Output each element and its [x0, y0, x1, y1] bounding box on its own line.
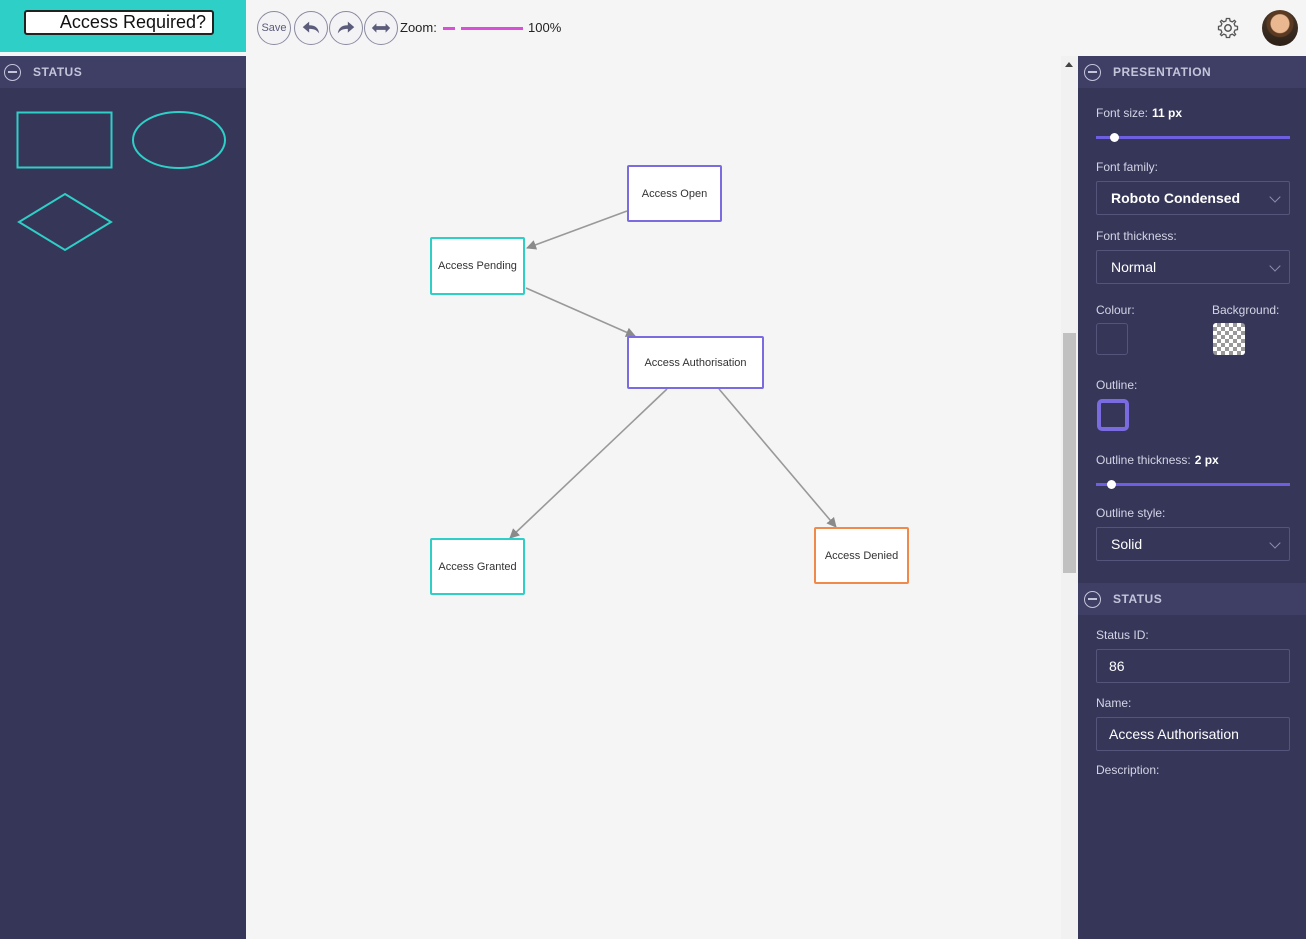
- zoom-value: 100%: [528, 20, 562, 35]
- presentation-section-title: PRESENTATION: [1113, 65, 1212, 79]
- node-access-denied[interactable]: Access Denied: [814, 527, 909, 584]
- node-access-granted[interactable]: Access Granted: [430, 538, 525, 595]
- title-block: Access Required?: [0, 0, 246, 52]
- redo-button[interactable]: [329, 11, 363, 45]
- font-size-value: 11 px: [1152, 106, 1183, 120]
- font-thickness-label: Font thickness:: [1096, 229, 1177, 243]
- collapse-icon[interactable]: [1084, 590, 1101, 608]
- outline-thickness-value: 2 px: [1194, 453, 1219, 467]
- palette-section-title: STATUS: [33, 65, 83, 79]
- toolbar: Save Zoom: 100%: [246, 0, 1306, 56]
- outline-thickness-slider[interactable]: [1096, 480, 1290, 489]
- canvas-scrollbar[interactable]: [1061, 56, 1078, 939]
- ellipse-shape[interactable]: [130, 109, 228, 171]
- status-name-label: Name:: [1096, 696, 1132, 710]
- edge-authorisation-denied[interactable]: [718, 388, 837, 528]
- edge-authorisation-granted[interactable]: [509, 388, 668, 539]
- status-id-label: Status ID:: [1096, 628, 1149, 642]
- description-label: Description:: [1096, 763, 1160, 777]
- font-family-label: Font family:: [1096, 160, 1159, 174]
- gear-icon[interactable]: [1216, 16, 1240, 40]
- outline-swatch[interactable]: [1097, 399, 1129, 431]
- avatar[interactable]: [1262, 10, 1298, 46]
- edge-open-pending[interactable]: [526, 210, 628, 250]
- diamond-shape[interactable]: [16, 192, 114, 252]
- workflow-title-input[interactable]: Access Required?: [24, 10, 214, 35]
- chevron-down-icon: [1269, 537, 1281, 549]
- undo-icon: [302, 21, 320, 34]
- chevron-down-icon: [1269, 260, 1281, 272]
- save-button[interactable]: Save: [257, 11, 291, 45]
- status-section-title: STATUS: [1113, 592, 1163, 606]
- font-family-value: Roboto Condensed: [1111, 190, 1241, 206]
- scroll-up-arrow-icon[interactable]: [1065, 62, 1073, 67]
- background-swatch[interactable]: [1213, 323, 1245, 355]
- colour-swatch[interactable]: [1096, 323, 1128, 355]
- undo-button[interactable]: [294, 11, 328, 45]
- collapse-icon[interactable]: [4, 63, 21, 81]
- diagram-canvas[interactable]: Access Open Access Pending Access Author…: [246, 56, 1061, 939]
- font-size-slider[interactable]: [1096, 133, 1290, 142]
- scrollbar-thumb[interactable]: [1063, 333, 1076, 573]
- outline-style-select[interactable]: Solid: [1096, 527, 1290, 561]
- background-label: Background:: [1212, 303, 1280, 317]
- outline-label: Outline:: [1096, 378, 1138, 392]
- properties-panel: PRESENTATION Font size: 11 px Font family…: [1078, 56, 1306, 939]
- status-name-field[interactable]: Access Authorisation: [1096, 717, 1290, 751]
- outline-thickness-label: Outline thickness: 2 px: [1096, 453, 1219, 467]
- edge-pending-authorisation[interactable]: [525, 287, 636, 337]
- slider-knob[interactable]: [1107, 480, 1116, 489]
- node-access-open[interactable]: Access Open: [627, 165, 722, 222]
- font-size-label: Font size: 11 px: [1096, 106, 1183, 120]
- fit-width-button[interactable]: [364, 11, 398, 45]
- chevron-down-icon: [1269, 191, 1281, 203]
- shape-palette: STATUS: [0, 56, 246, 939]
- outline-style-label: Outline style:: [1096, 506, 1166, 520]
- status-id-field[interactable]: 86: [1096, 649, 1290, 683]
- workflow-editor: Access Required? Save Zoom: 100% STATUS: [0, 0, 1306, 939]
- font-thickness-value: Normal: [1111, 259, 1157, 275]
- horizontal-arrows-icon: [371, 23, 391, 33]
- zoom-slider[interactable]: [443, 27, 523, 30]
- font-family-select[interactable]: Roboto Condensed: [1096, 181, 1290, 215]
- node-access-authorisation[interactable]: Access Authorisation: [627, 336, 764, 389]
- outline-style-value: Solid: [1111, 536, 1143, 552]
- font-thickness-select[interactable]: Normal: [1096, 250, 1290, 284]
- status-header[interactable]: STATUS: [1078, 583, 1306, 615]
- collapse-icon[interactable]: [1084, 63, 1101, 81]
- redo-icon: [337, 21, 355, 34]
- rectangle-shape[interactable]: [16, 111, 114, 171]
- node-access-pending[interactable]: Access Pending: [430, 237, 525, 295]
- palette-status-header[interactable]: STATUS: [0, 56, 246, 88]
- colour-label: Colour:: [1096, 303, 1135, 317]
- slider-knob[interactable]: [1110, 133, 1119, 142]
- presentation-header[interactable]: PRESENTATION: [1078, 56, 1306, 88]
- zoom-label: Zoom:: [400, 20, 437, 35]
